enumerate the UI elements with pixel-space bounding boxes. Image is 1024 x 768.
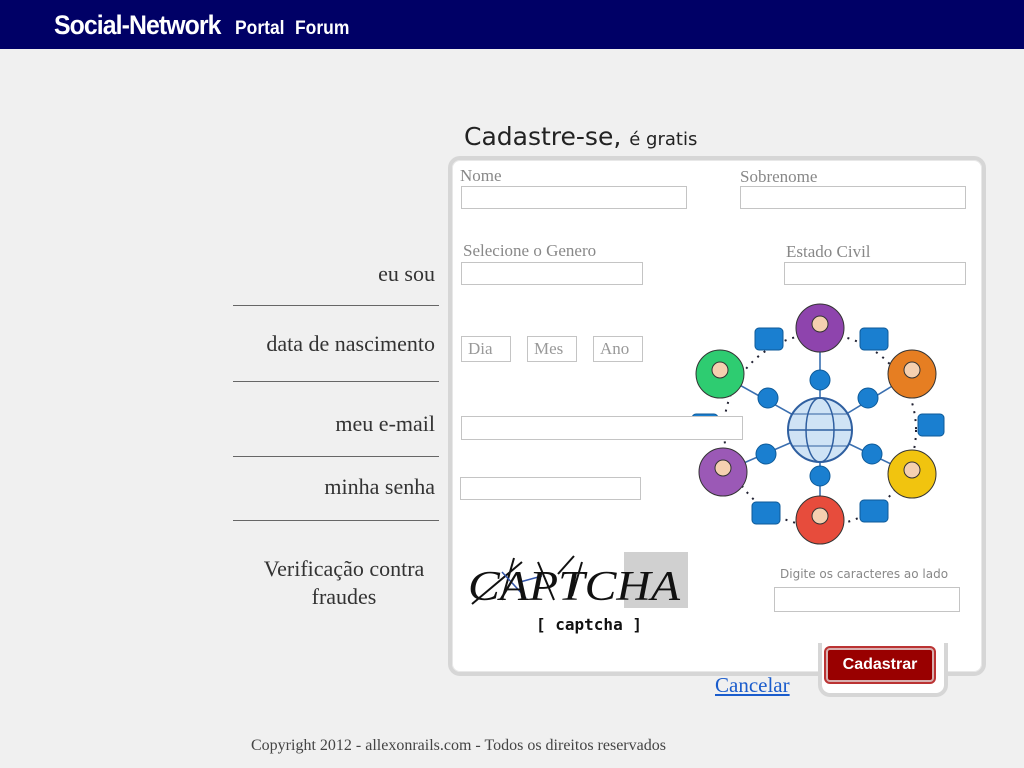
label-sobrenome: Sobrenome xyxy=(740,167,818,186)
label-verificacao: Verificação contra fraudes xyxy=(263,556,425,609)
captcha-hint: Digite os caracteres ao lado xyxy=(780,567,949,581)
divider xyxy=(233,520,439,521)
estado-civil-select[interactable] xyxy=(784,262,966,285)
divider xyxy=(233,381,439,382)
sobrenome-input[interactable] xyxy=(740,186,966,209)
nav-link-forum[interactable]: Forum xyxy=(295,18,349,40)
mes-input[interactable] xyxy=(527,336,577,362)
senha-input[interactable] xyxy=(460,477,641,500)
genero-select[interactable] xyxy=(461,262,643,285)
captcha-image: CAPTCHA [ captcha ] xyxy=(462,552,688,636)
email-input[interactable] xyxy=(461,416,743,440)
brand-logo[interactable]: Social-Network xyxy=(54,10,221,41)
title-suffix: é gratis xyxy=(629,129,698,150)
captcha-input[interactable] xyxy=(774,587,960,612)
captcha-caption: [ captcha ] xyxy=(536,615,642,634)
label-genero: Selecione o Genero xyxy=(463,241,597,260)
cancelar-link[interactable]: Cancelar xyxy=(715,673,790,698)
label-estado-civil: Estado Civil xyxy=(786,242,871,261)
nav-link-portal[interactable]: Portal xyxy=(235,18,285,40)
label-nome: Nome xyxy=(460,166,502,185)
divider xyxy=(233,456,439,457)
label-senha: minha senha xyxy=(324,474,435,499)
ano-input[interactable] xyxy=(593,336,643,362)
captcha-text: CAPTCHA xyxy=(468,564,680,610)
label-eu-sou: eu sou xyxy=(378,261,435,286)
divider xyxy=(233,305,439,306)
page-title: Cadastre-se, é gratis xyxy=(464,122,697,151)
cadastrar-button[interactable]: Cadastrar xyxy=(826,648,934,682)
top-navbar: Social-Network Portal Forum xyxy=(0,0,1024,49)
label-nascimento: data de nascimento xyxy=(266,331,435,356)
label-email: meu e-mail xyxy=(335,411,435,436)
title-main: Cadastre-se, xyxy=(464,122,622,151)
nome-input[interactable] xyxy=(461,186,687,209)
footer-copyright: Copyright 2012 - allexonrails.com - Todo… xyxy=(251,737,666,754)
dia-input[interactable] xyxy=(461,336,511,362)
